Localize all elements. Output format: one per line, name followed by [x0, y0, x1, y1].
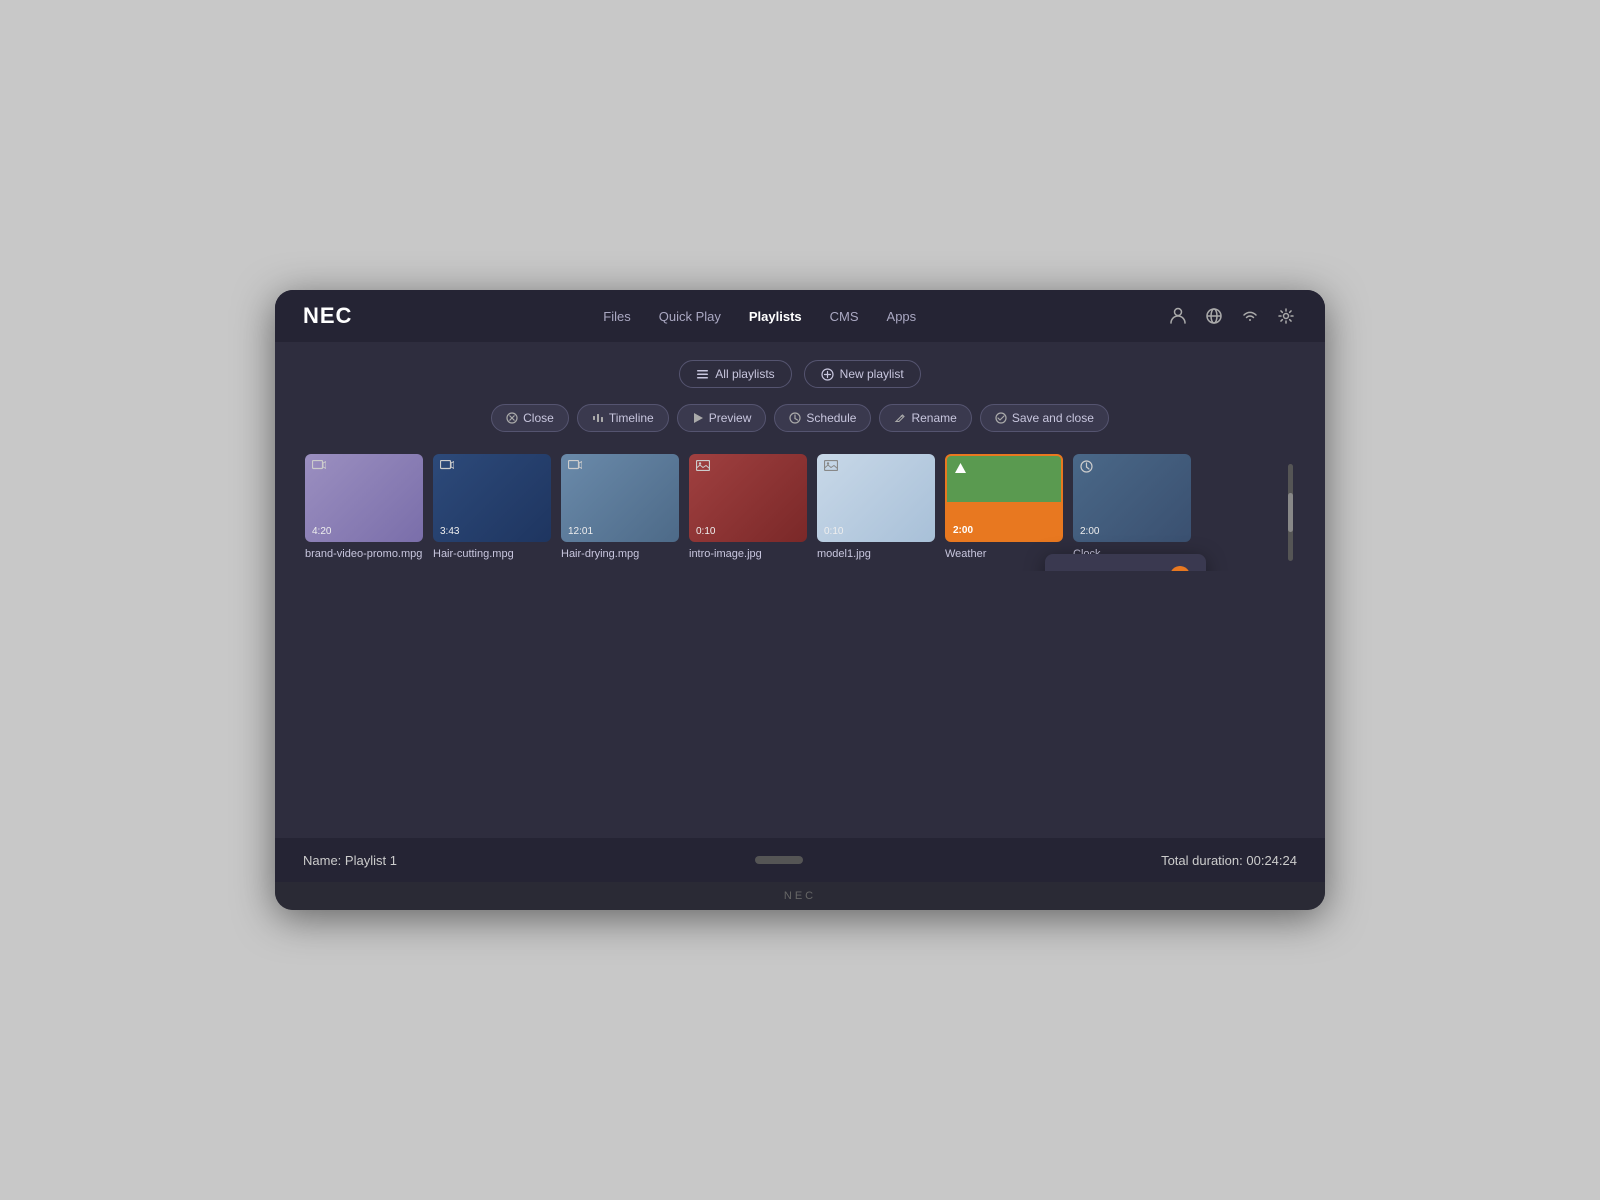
media-row-wrapper: 4:20 brand-video-promo.mpg 3:43 Hair-cut…	[305, 454, 1295, 571]
plus-circle-icon	[821, 368, 834, 381]
schedule-icon	[789, 412, 801, 424]
rename-button[interactable]: Rename	[879, 404, 971, 432]
card-label-3: intro-image.jpg	[689, 547, 807, 561]
arrow-up-icon-5	[954, 462, 967, 478]
media-card-3[interactable]: 0:10 intro-image.jpg	[689, 454, 807, 561]
timeline-button[interactable]: Timeline	[577, 404, 669, 432]
card-duration-6: 2:00	[1080, 526, 1099, 537]
media-card-6[interactable]: 2:00 Clock	[1073, 454, 1191, 561]
tv-monitor: NEC Files Quick Play Playlists CMS Apps	[275, 290, 1325, 910]
preview-button[interactable]: Preview	[677, 404, 767, 432]
card-label-2: Hair-drying.mpg	[561, 547, 679, 561]
context-menu: Switch item + Duration 03:00 − Reo	[1045, 554, 1206, 571]
wifi-icon[interactable]	[1239, 305, 1261, 327]
card-thumb-0: 4:20	[305, 454, 423, 542]
video-icon-0	[312, 460, 326, 474]
media-card-0[interactable]: 4:20 brand-video-promo.mpg	[305, 454, 423, 561]
media-card-4[interactable]: 0:10 model1.jpg	[817, 454, 935, 561]
close-button[interactable]: Close	[491, 404, 569, 432]
list-icon	[696, 368, 709, 381]
total-duration: Total duration: 00:24:24	[1161, 853, 1297, 868]
save-close-button[interactable]: Save and close	[980, 404, 1109, 432]
image-icon-3	[696, 460, 710, 474]
clock-icon-6	[1080, 460, 1093, 476]
bottom-bar: Name: Playlist 1 Total duration: 00:24:2…	[275, 838, 1325, 882]
media-card-1[interactable]: 3:43 Hair-cutting.mpg	[433, 454, 551, 561]
card-duration-1: 3:43	[440, 526, 459, 537]
play-icon	[692, 412, 704, 424]
ctx-switch-item[interactable]: Switch item +	[1045, 558, 1206, 571]
all-playlists-button[interactable]: All playlists	[679, 360, 791, 388]
duration-bar-5: 2:00	[947, 520, 1061, 540]
media-card-5[interactable]: 2:00 Weather	[945, 454, 1063, 561]
playlist-name-label: Name: Playlist 1	[303, 853, 397, 868]
gear-icon[interactable]	[1275, 305, 1297, 327]
save-icon	[995, 412, 1007, 424]
card-label-1: Hair-cutting.mpg	[433, 547, 551, 561]
video-icon-1	[440, 460, 454, 474]
card-label-0: brand-video-promo.mpg	[305, 547, 423, 561]
card-duration-0: 4:20	[312, 526, 331, 537]
globe-icon[interactable]	[1203, 305, 1225, 327]
ctx-switch-plus[interactable]: +	[1170, 566, 1190, 571]
scroll-track[interactable]	[1288, 464, 1293, 561]
image-icon-4	[824, 460, 838, 474]
nav-bar: NEC Files Quick Play Playlists CMS Apps	[275, 290, 1325, 342]
card-thumb-4: 0:10	[817, 454, 935, 542]
tv-screen: NEC Files Quick Play Playlists CMS Apps	[275, 290, 1325, 882]
nav-icons	[1167, 305, 1297, 327]
video-icon-2	[568, 460, 582, 474]
nav-apps[interactable]: Apps	[887, 309, 917, 324]
card-duration-4: 0:10	[824, 526, 843, 537]
person-icon[interactable]	[1167, 305, 1189, 327]
scroll-thumb	[1288, 493, 1293, 532]
card-thumb-6: 2:00	[1073, 454, 1191, 542]
footer-brand: NEC	[784, 890, 816, 902]
card-label-4: model1.jpg	[817, 547, 935, 561]
nav-cms[interactable]: CMS	[830, 309, 859, 324]
nav-playlists[interactable]: Playlists	[749, 309, 802, 324]
new-playlist-button[interactable]: New playlist	[804, 360, 921, 388]
schedule-button[interactable]: Schedule	[774, 404, 871, 432]
card-duration-3: 0:10	[696, 526, 715, 537]
nav-quickplay[interactable]: Quick Play	[659, 309, 721, 324]
card-thumb-3: 0:10	[689, 454, 807, 542]
bottom-scrollbar[interactable]	[755, 856, 803, 864]
brand-logo: NEC	[303, 303, 352, 329]
card-thumb-5: 2:00	[945, 454, 1063, 542]
playlist-top-buttons: All playlists New playlist	[679, 360, 920, 388]
media-card-2[interactable]: 12:01 Hair-drying.mpg	[561, 454, 679, 561]
close-icon	[506, 412, 518, 424]
timeline-icon	[592, 412, 604, 424]
toolbar: Close Timeline Preview Schedule Rename	[491, 404, 1109, 432]
rename-icon	[894, 412, 906, 424]
card-thumb-1: 3:43	[433, 454, 551, 542]
card-duration-2: 12:01	[568, 526, 593, 537]
nav-files[interactable]: Files	[603, 309, 630, 324]
card-thumb-2: 12:01	[561, 454, 679, 542]
main-content: All playlists New playlist Close Timelin…	[275, 342, 1325, 838]
tv-bezel: NEC	[275, 882, 1325, 910]
nav-links: Files Quick Play Playlists CMS Apps	[603, 309, 916, 324]
